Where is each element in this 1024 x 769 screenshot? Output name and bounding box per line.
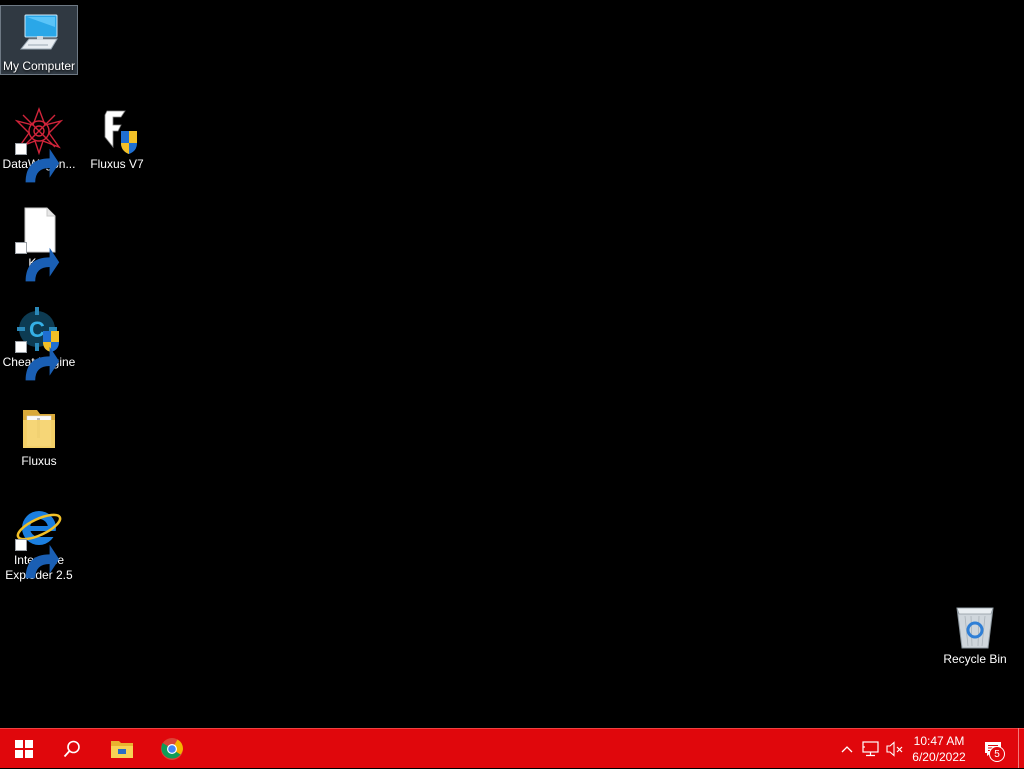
desktop-icon-datawagon[interactable]: DataWagon... — [1, 104, 77, 183]
desktop-icon-interzone-exploder[interactable]: Interzone Exploder 2.5 — [1, 500, 77, 583]
shortcut-arrow-icon — [15, 341, 60, 381]
computer-icon — [15, 9, 63, 57]
recycle-bin-icon — [951, 602, 999, 650]
chrome-button[interactable] — [148, 729, 196, 769]
taskbar: 10:47 AM 6/20/2022 — [0, 728, 1024, 768]
desktop-icon-fluxus-folder[interactable]: Fluxus — [1, 401, 77, 469]
desktop[interactable]: My Computer DataWagon... — [0, 0, 1024, 728]
notification-count-badge: 5 — [989, 746, 1005, 762]
desktop-icon-krnl[interactable]: Krnl — [1, 203, 77, 282]
shortcut-arrow-icon — [15, 539, 60, 579]
datawagon-icon — [15, 107, 63, 183]
file-explorer-button[interactable] — [98, 729, 146, 769]
desktop-icon-label: Fluxus — [21, 454, 57, 468]
blank-file-icon — [15, 206, 63, 282]
taskbar-clock[interactable]: 10:47 AM 6/20/2022 — [903, 729, 975, 769]
internet-explorer-icon — [15, 503, 63, 579]
folder-icon — [111, 741, 133, 758]
search-icon — [63, 740, 80, 758]
search-button[interactable] — [48, 729, 96, 769]
desktop-icon-recycle-bin[interactable]: Recycle Bin — [937, 599, 1013, 667]
svg-text:C: C — [29, 317, 45, 342]
desktop-icon-my-computer[interactable]: My Computer — [0, 5, 78, 75]
desktop-icon-cheat-engine[interactable]: C Cheat Engine — [1, 302, 77, 381]
folder-icon — [15, 404, 63, 452]
shortcut-arrow-icon — [15, 242, 60, 282]
start-button[interactable] — [0, 729, 48, 769]
desktop-icon-label: Fluxus V7 — [90, 157, 144, 171]
network-icon — [862, 741, 879, 757]
volume-muted-icon — [886, 741, 903, 757]
network-button[interactable] — [860, 729, 882, 769]
desktop-icon-fluxus-v7[interactable]: Fluxus V7 — [79, 104, 155, 172]
shortcut-arrow-icon — [15, 143, 60, 183]
fluxus-exe-icon — [93, 107, 141, 155]
clock-time: 10:47 AM — [913, 734, 965, 748]
chrome-icon — [161, 738, 183, 760]
cheat-engine-icon: C — [15, 305, 63, 381]
desktop-icon-label: Recycle Bin — [943, 652, 1007, 666]
show-hidden-icons-button[interactable] — [838, 729, 856, 769]
chevron-up-icon — [841, 746, 853, 753]
clock-date: 6/20/2022 — [912, 750, 966, 764]
windows-logo-icon — [15, 740, 33, 758]
show-desktop-button[interactable] — [1018, 728, 1024, 768]
desktop-icon-label: My Computer — [2, 59, 76, 73]
